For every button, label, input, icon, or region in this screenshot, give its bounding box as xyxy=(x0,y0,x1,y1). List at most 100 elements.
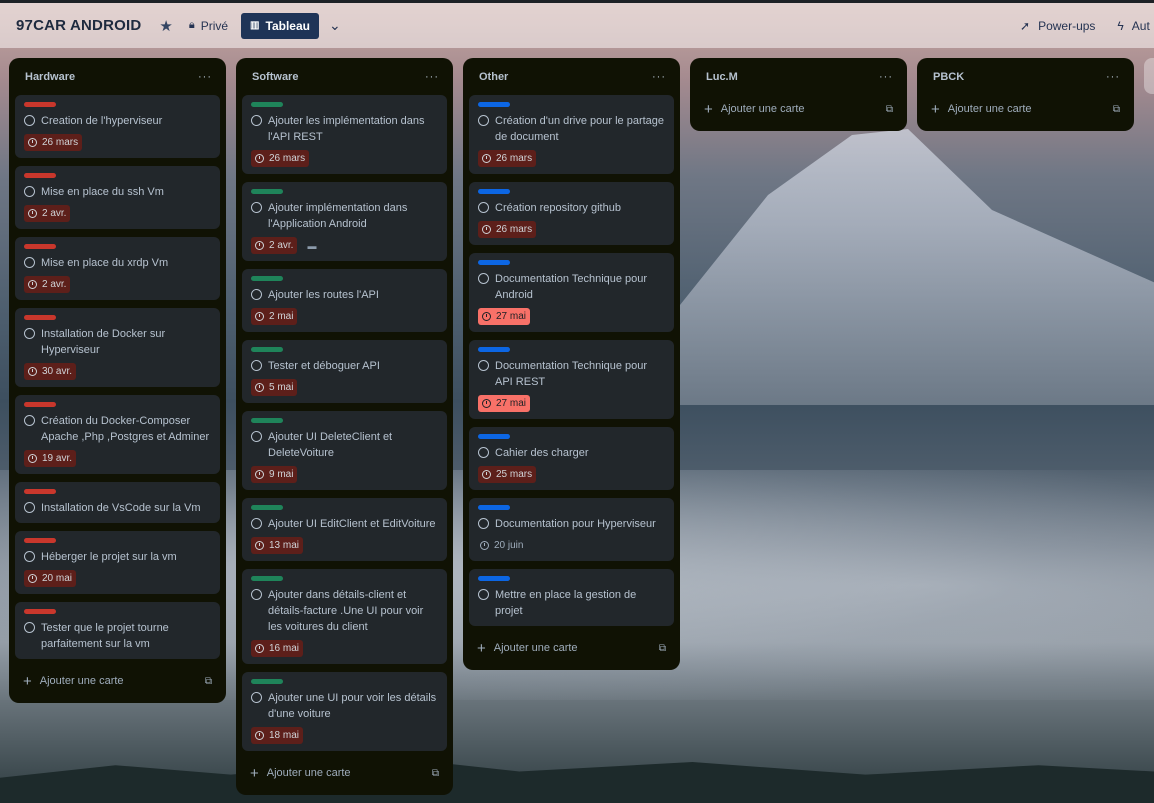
card[interactable]: Tester et déboguer API 5 mai xyxy=(242,340,447,403)
card-label[interactable] xyxy=(478,576,510,581)
circle-icon[interactable] xyxy=(24,622,35,633)
add-card-button[interactable]: + Ajouter une carte ⧉ xyxy=(696,95,901,123)
circle-icon[interactable] xyxy=(478,115,489,126)
circle-icon[interactable] xyxy=(24,551,35,562)
due-date-badge[interactable]: 30 avr. xyxy=(24,363,77,380)
card[interactable]: Ajouter UI EditClient et EditVoiture 13 m… xyxy=(242,498,447,561)
card[interactable]: Documentation Technique pour Android 27 m… xyxy=(469,253,674,332)
card[interactable]: Tester que le projet tourne parfaitement… xyxy=(15,602,220,659)
circle-icon[interactable] xyxy=(478,447,489,458)
due-date-badge[interactable]: 20 mai xyxy=(24,570,77,587)
due-date-badge[interactable]: 16 mai xyxy=(251,640,304,657)
circle-icon[interactable] xyxy=(251,202,262,213)
card[interactable]: Héberger le projet sur la vm 20 mai xyxy=(15,531,220,594)
due-date-badge[interactable]: 20 juin xyxy=(478,537,527,554)
circle-icon[interactable] xyxy=(24,257,35,268)
template-icon[interactable]: ⧉ xyxy=(1113,104,1120,115)
due-date-badge[interactable]: 18 mai xyxy=(251,727,304,744)
due-date-badge[interactable]: 13 mai xyxy=(251,537,304,554)
card-label[interactable] xyxy=(478,347,510,352)
star-icon[interactable]: ★ xyxy=(159,17,172,35)
list-title[interactable]: Other xyxy=(479,71,508,83)
board-title[interactable]: 97CAR ANDROID xyxy=(16,17,141,34)
due-date-badge[interactable]: 9 mai xyxy=(251,466,298,483)
circle-icon[interactable] xyxy=(251,289,262,300)
circle-icon[interactable] xyxy=(251,360,262,371)
automation-button[interactable]: ϟ Aut xyxy=(1117,19,1149,33)
card-label[interactable] xyxy=(251,189,283,194)
circle-icon[interactable] xyxy=(478,273,489,284)
card-label[interactable] xyxy=(24,489,56,494)
chevron-down-icon[interactable]: ⌄ xyxy=(329,17,341,34)
due-date-badge[interactable]: 26 mars xyxy=(24,134,83,151)
card-label[interactable] xyxy=(251,418,283,423)
card-label[interactable] xyxy=(478,102,510,107)
card[interactable]: Mise en place du ssh Vm 2 avr. xyxy=(15,166,220,229)
ellipsis-icon[interactable]: ··· xyxy=(879,71,893,83)
circle-icon[interactable] xyxy=(478,518,489,529)
circle-icon[interactable] xyxy=(24,415,35,426)
powerups-button[interactable]: ➚ Power-ups xyxy=(1020,19,1095,33)
due-date-badge[interactable]: 5 mai xyxy=(251,379,298,396)
card[interactable]: Création d'un drive pour le partage de d… xyxy=(469,95,674,174)
card[interactable]: Création repository github 26 mars xyxy=(469,182,674,245)
add-list-button[interactable] xyxy=(1144,58,1154,94)
card-label[interactable] xyxy=(478,505,510,510)
card-label[interactable] xyxy=(24,315,56,320)
card-label[interactable] xyxy=(251,276,283,281)
due-date-badge[interactable]: 2 avr. xyxy=(251,237,298,254)
template-icon[interactable]: ⧉ xyxy=(886,104,893,115)
due-date-badge[interactable]: 27 mai xyxy=(478,395,531,412)
list-title[interactable]: Software xyxy=(252,71,298,83)
template-icon[interactable]: ⧉ xyxy=(659,643,666,654)
card[interactable]: Installation de Docker sur Hyperviseur 30… xyxy=(15,308,220,387)
card[interactable]: Installation de VsCode sur la Vm xyxy=(15,482,220,523)
list-title[interactable]: PBCK xyxy=(933,71,964,83)
due-date-badge[interactable]: 27 mai xyxy=(478,308,531,325)
circle-icon[interactable] xyxy=(24,328,35,339)
circle-icon[interactable] xyxy=(251,518,262,529)
card[interactable]: Ajouter UI DeleteClient et DeleteVoiture… xyxy=(242,411,447,490)
add-card-button[interactable]: + Ajouter une carte ⧉ xyxy=(923,95,1128,123)
list-title[interactable]: Luc.M xyxy=(706,71,738,83)
circle-icon[interactable] xyxy=(478,202,489,213)
card-label[interactable] xyxy=(478,434,510,439)
card[interactable]: Ajouter implémentation dans l'Applicatio… xyxy=(242,182,447,261)
card[interactable]: Ajouter les routes l'API 2 mai xyxy=(242,269,447,332)
card[interactable]: Documentation pour Hyperviseur 20 juin xyxy=(469,498,674,561)
card[interactable]: Ajouter une UI pour voir les détails d'u… xyxy=(242,672,447,751)
card[interactable]: Creation de l'hyperviseur 26 mars xyxy=(15,95,220,158)
card[interactable]: Mise en place du xrdp Vm 2 avr. xyxy=(15,237,220,300)
card[interactable]: Mettre en place la gestion de projet xyxy=(469,569,674,626)
circle-icon[interactable] xyxy=(478,589,489,600)
add-card-button[interactable]: + Ajouter une carte ⧉ xyxy=(469,634,674,662)
ellipsis-icon[interactable]: ··· xyxy=(1106,71,1120,83)
card-label[interactable] xyxy=(251,102,283,107)
list-title[interactable]: Hardware xyxy=(25,71,75,83)
card-label[interactable] xyxy=(251,505,283,510)
card-label[interactable] xyxy=(24,244,56,249)
card-label[interactable] xyxy=(24,538,56,543)
circle-icon[interactable] xyxy=(24,502,35,513)
card-label[interactable] xyxy=(478,260,510,265)
card-label[interactable] xyxy=(478,189,510,194)
circle-icon[interactable] xyxy=(478,360,489,371)
card-label[interactable] xyxy=(24,102,56,107)
due-date-badge[interactable]: 19 avr. xyxy=(24,450,77,467)
add-card-button[interactable]: + Ajouter une carte ⧉ xyxy=(15,667,220,695)
circle-icon[interactable] xyxy=(251,431,262,442)
visibility-button[interactable]: 🔒︎ Privé xyxy=(189,19,228,33)
ellipsis-icon[interactable]: ··· xyxy=(652,71,666,83)
card-label[interactable] xyxy=(24,609,56,614)
add-card-button[interactable]: + Ajouter une carte ⧉ xyxy=(242,759,447,787)
card[interactable]: Documentation Technique pour API REST 27 … xyxy=(469,340,674,419)
circle-icon[interactable] xyxy=(24,115,35,126)
circle-icon[interactable] xyxy=(24,186,35,197)
card-label[interactable] xyxy=(251,576,283,581)
card[interactable]: Création du Docker-Composer Apache ,Php … xyxy=(15,395,220,474)
due-date-badge[interactable]: 26 mars xyxy=(478,150,537,167)
view-tab-board[interactable]: ▥ Tableau xyxy=(241,12,319,39)
card[interactable]: Cahier des charger 25 mars xyxy=(469,427,674,490)
due-date-badge[interactable]: 26 mars xyxy=(251,150,310,167)
card-label[interactable] xyxy=(251,347,283,352)
